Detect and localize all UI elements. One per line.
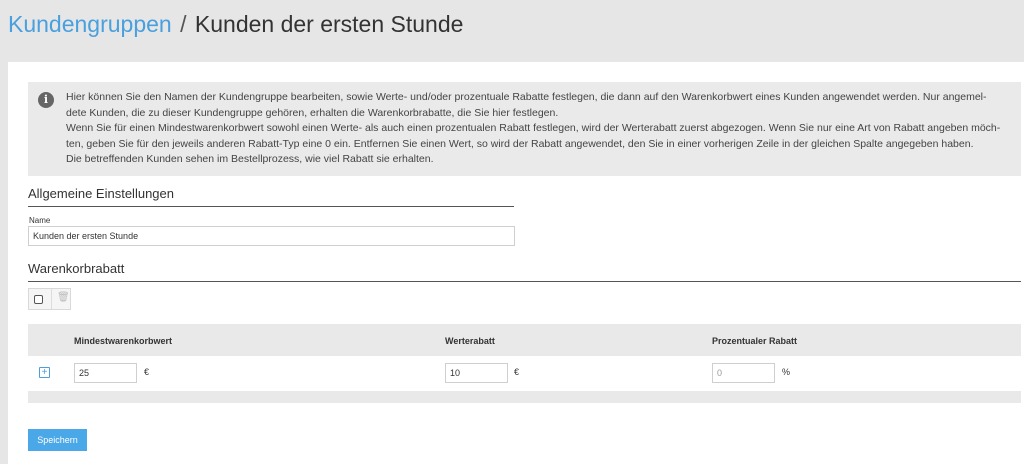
name-field[interactable] xyxy=(28,226,515,246)
info-line: Hier können Sie den Namen der Kundengrup… xyxy=(66,91,987,103)
column-header-value-discount: Werterabatt xyxy=(445,336,495,346)
value-discount-unit: € xyxy=(514,367,520,377)
info-box: i Hier können Sie den Namen der Kundengr… xyxy=(28,82,1021,176)
column-header-percent-discount: Prozentualer Rabatt xyxy=(712,336,798,346)
page-title: Kundengruppen / Kunden der ersten Stunde xyxy=(8,10,463,38)
info-line: ten, geben Sie für den jeweils anderen R… xyxy=(66,137,974,150)
name-label: Name xyxy=(29,216,51,225)
percent-discount-input[interactable] xyxy=(712,363,775,383)
breadcrumb-current: Kunden der ersten Stunde xyxy=(194,11,464,37)
save-button[interactable]: Speichern xyxy=(28,429,87,451)
row-toolbar: 🗑 xyxy=(28,288,71,310)
toolbar-divider xyxy=(51,289,52,309)
table-row: + € € % xyxy=(28,356,1021,391)
column-header-min-value: Mindestwarenkorbwert xyxy=(74,336,173,346)
min-value-input[interactable] xyxy=(74,363,137,383)
section-cart-discount-title: Warenkorbrabatt xyxy=(28,261,1021,282)
min-value-unit: € xyxy=(144,367,150,377)
trash-icon[interactable]: 🗑 xyxy=(57,292,70,303)
select-all-checkbox[interactable] xyxy=(34,295,43,304)
add-row-icon[interactable]: + xyxy=(39,367,50,378)
info-icon: i xyxy=(38,92,54,108)
breadcrumb-link[interactable]: Kundengruppen xyxy=(8,11,172,37)
table-header: Mindestwarenkorbwert Werterabatt Prozent… xyxy=(28,324,1021,356)
percent-discount-unit: % xyxy=(782,367,791,377)
value-discount-input[interactable] xyxy=(445,363,508,383)
breadcrumb-separator: / xyxy=(180,11,187,37)
discount-table: Mindestwarenkorbwert Werterabatt Prozent… xyxy=(28,324,1021,403)
info-text: Hier können Sie den Namen der Kundengrup… xyxy=(66,90,1011,168)
info-line: Wenn Sie für einen Mindestwarenkorbwert … xyxy=(66,122,1001,135)
info-line: dete Kunden, die zu dieser Kundengruppe … xyxy=(66,106,559,119)
table-footer xyxy=(28,391,1021,403)
info-line: Die betreffenden Kunden sehen im Bestell… xyxy=(66,153,434,166)
content-panel: i Hier können Sie den Namen der Kundengr… xyxy=(8,62,1024,464)
section-general-title: Allgemeine Einstellungen xyxy=(28,186,514,207)
page-header: Kundengruppen / Kunden der ersten Stunde xyxy=(0,0,1024,62)
